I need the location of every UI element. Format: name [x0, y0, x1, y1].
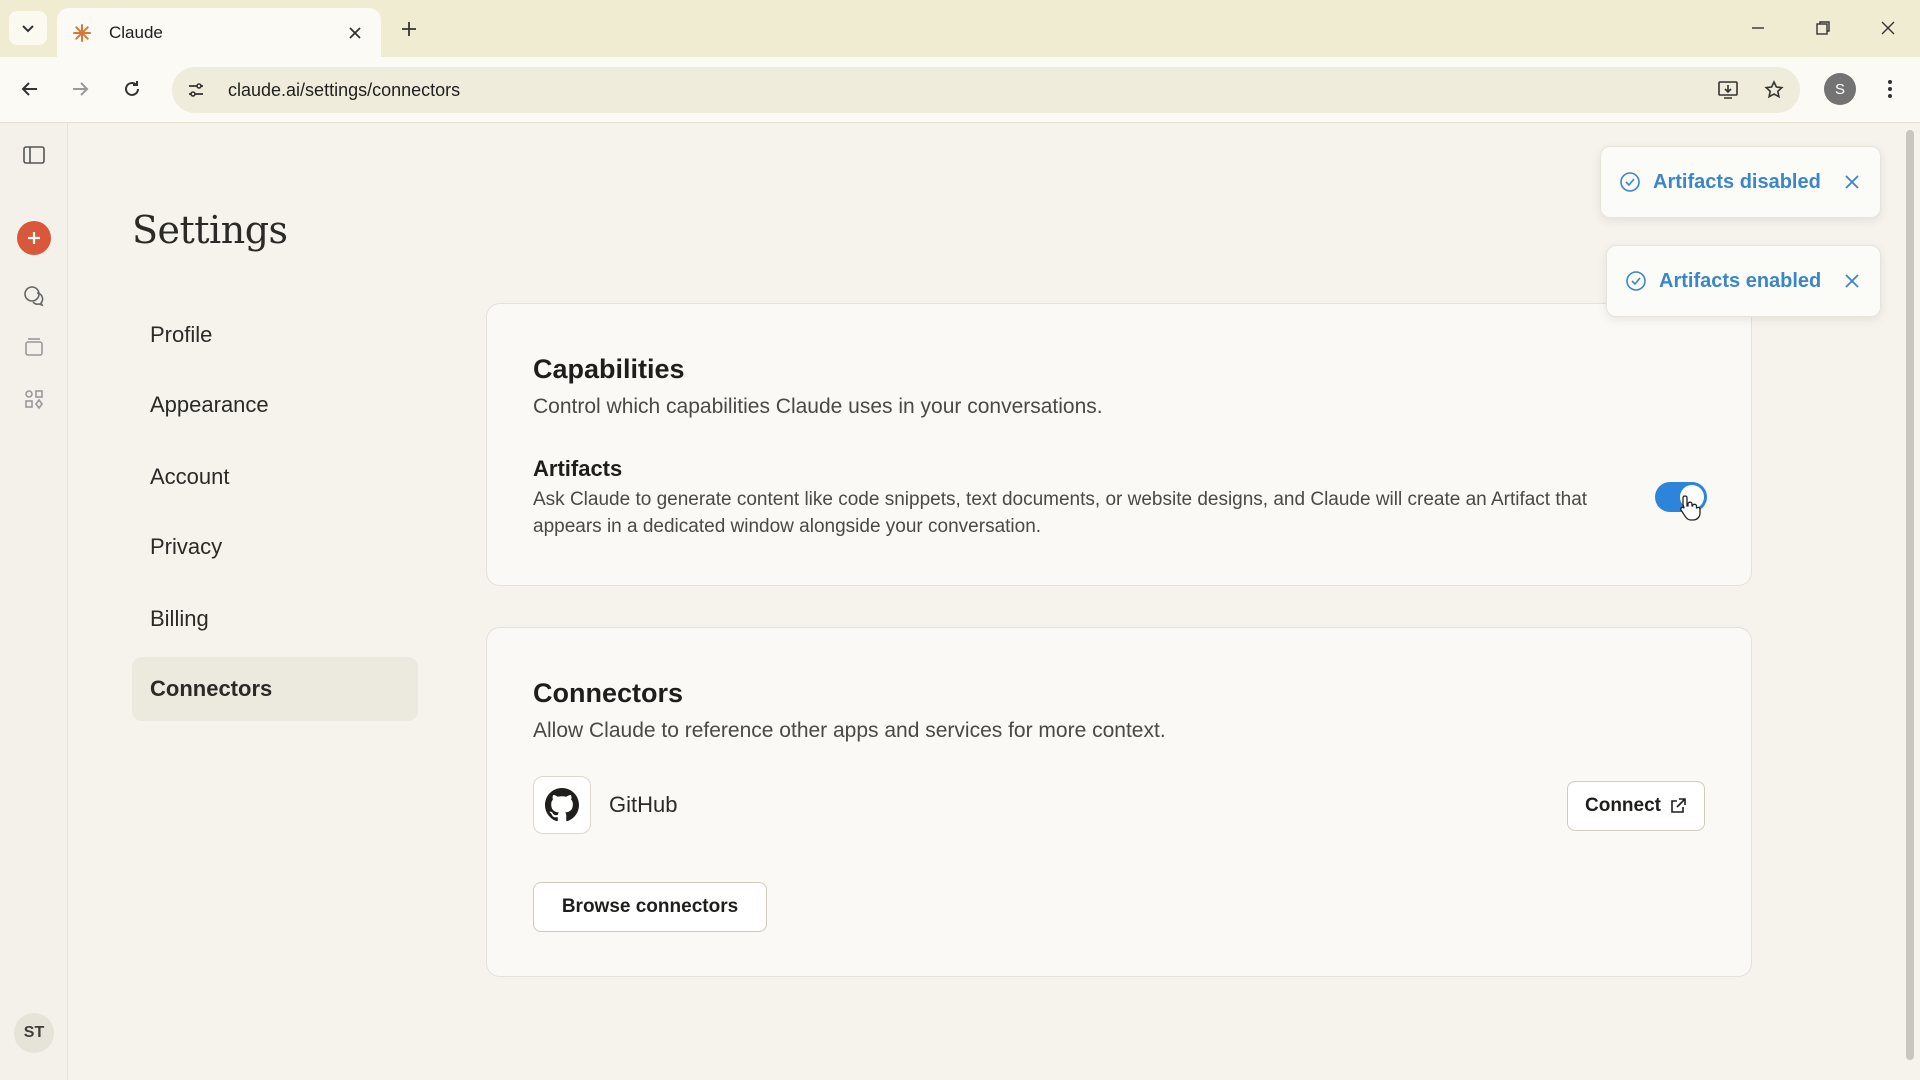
- toast-message: Artifacts disabled: [1653, 170, 1821, 193]
- browser-tab-bar: Claude: [0, 0, 1920, 57]
- install-app-icon[interactable]: [1708, 70, 1748, 110]
- address-bar[interactable]: claude.ai/settings/connectors: [172, 67, 1800, 113]
- github-icon: [533, 776, 591, 834]
- user-avatar[interactable]: ST: [14, 1013, 54, 1053]
- connector-row-github: GitHub: [533, 776, 677, 834]
- browser-tab[interactable]: Claude: [57, 8, 381, 57]
- tab-title: Claude: [109, 22, 163, 42]
- close-window-button[interactable]: [1866, 8, 1910, 48]
- page-title: Settings: [132, 208, 288, 252]
- projects-button[interactable]: [14, 327, 54, 367]
- browser-profile-avatar[interactable]: S: [1824, 73, 1856, 105]
- claude-logo-icon: [71, 22, 93, 44]
- connectors-title: Connectors: [533, 678, 684, 708]
- bookmark-star-icon[interactable]: [1754, 70, 1794, 110]
- capabilities-subtitle: Control which capabilities Claude uses i…: [533, 395, 1103, 418]
- arrow-right-icon: [73, 82, 89, 96]
- connect-github-button[interactable]: Connect: [1567, 781, 1705, 831]
- app-sidebar-rail: ST: [0, 123, 68, 1080]
- settings-nav-billing[interactable]: Billing: [132, 587, 418, 651]
- browse-connectors-button[interactable]: Browse connectors: [533, 882, 767, 932]
- mouse-pointer-icon: [1680, 495, 1701, 521]
- external-link-icon: [1671, 798, 1686, 813]
- connectors-subtitle: Allow Claude to reference other apps and…: [533, 719, 1166, 742]
- chevron-down-icon: [22, 25, 34, 33]
- capabilities-card: Capabilities Control which capabilities …: [486, 303, 1752, 586]
- site-info-icon[interactable]: [176, 70, 216, 110]
- toggle-sidebar-button[interactable]: [14, 135, 54, 175]
- artifacts-title: Artifacts: [533, 456, 623, 481]
- connector-name: GitHub: [609, 792, 678, 817]
- restore-button[interactable]: [1801, 8, 1845, 48]
- connect-label: Connect: [1585, 795, 1661, 816]
- tab-close-icon[interactable]: [341, 19, 369, 47]
- reload-button[interactable]: [112, 69, 152, 109]
- connectors-card: Connectors Allow Claude to reference oth…: [486, 627, 1752, 977]
- settings-nav-privacy[interactable]: Privacy: [132, 515, 418, 579]
- capabilities-title: Capabilities: [533, 354, 685, 384]
- reload-icon: [125, 81, 139, 96]
- plus-icon: [402, 22, 416, 36]
- settings-nav-connectors[interactable]: Connectors: [132, 657, 418, 721]
- new-tab-button[interactable]: [392, 12, 426, 46]
- forward-button[interactable]: [60, 69, 100, 109]
- plus-icon: [28, 232, 40, 244]
- url-text[interactable]: claude.ai/settings/connectors: [228, 80, 1708, 101]
- chat-bubbles-icon: [24, 286, 44, 307]
- toast-close-icon[interactable]: [1838, 267, 1866, 295]
- toast-close-icon[interactable]: [1838, 168, 1866, 196]
- artifacts-description: Ask Claude to generate content like code…: [533, 489, 1588, 537]
- artifacts-icon: [25, 390, 43, 410]
- browser-toolbar: claude.ai/settings/connectors S: [0, 57, 1920, 123]
- chats-button[interactable]: [14, 276, 54, 316]
- browser-menu-icon[interactable]: [1870, 69, 1910, 109]
- toast-message: Artifacts enabled: [1659, 269, 1822, 292]
- minimize-button[interactable]: [1736, 8, 1780, 48]
- sidebar-icon: [23, 146, 45, 164]
- close-icon: [1881, 21, 1895, 35]
- settings-nav-appearance[interactable]: Appearance: [132, 373, 418, 437]
- check-circle-icon: [1620, 172, 1640, 192]
- arrow-left-icon: [21, 82, 37, 96]
- projects-icon: [25, 338, 43, 356]
- new-chat-button[interactable]: [17, 221, 51, 255]
- settings-nav-profile[interactable]: Profile: [132, 303, 418, 367]
- settings-nav-account[interactable]: Account: [132, 445, 418, 509]
- artifacts-button[interactable]: [14, 379, 54, 419]
- tab-search-button[interactable]: [9, 11, 47, 45]
- back-button[interactable]: [10, 69, 50, 109]
- check-circle-icon: [1626, 271, 1646, 291]
- page-scrollbar[interactable]: [1906, 130, 1914, 1060]
- toast-artifacts-enabled: Artifacts enabled: [1606, 245, 1881, 317]
- toast-artifacts-disabled: Artifacts disabled: [1600, 146, 1881, 218]
- minimize-icon: [1752, 27, 1764, 29]
- restore-icon: [1816, 21, 1830, 35]
